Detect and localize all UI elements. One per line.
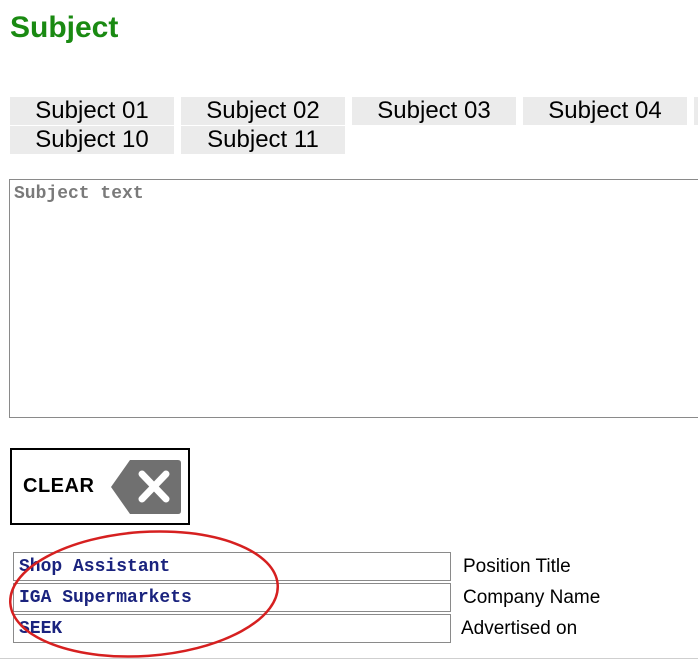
subject-tab-row-2: Subject 10 Subject 11: [10, 126, 698, 154]
subject-tabs: Subject 01 Subject 02 Subject 03 Subject…: [10, 97, 698, 155]
company-name-row: Company Name: [13, 583, 633, 612]
tab-subject-10[interactable]: Subject 10: [10, 126, 174, 154]
company-name-label: Company Name: [463, 587, 601, 608]
tab-subject-01[interactable]: Subject 01: [10, 97, 174, 125]
tab-subject-02[interactable]: Subject 02: [181, 97, 345, 125]
clear-button-label: CLEAR: [23, 475, 95, 497]
tab-subject-04[interactable]: Subject 04: [523, 97, 687, 125]
subject-text-area[interactable]: [9, 179, 698, 418]
position-title-row: Position Title: [13, 552, 633, 581]
page-title: Subject: [10, 11, 119, 44]
clear-button[interactable]: CLEAR: [10, 448, 190, 525]
position-title-label: Position Title: [463, 556, 571, 577]
backspace-icon: [111, 460, 181, 514]
advertised-on-input[interactable]: [13, 614, 451, 643]
position-title-input[interactable]: [13, 552, 451, 581]
tab-subject-03[interactable]: Subject 03: [352, 97, 516, 125]
tab-subject-more[interactable]: [694, 97, 698, 125]
subject-tab-row-1: Subject 01 Subject 02 Subject 03 Subject…: [10, 97, 698, 125]
advertised-on-row: Advertised on: [13, 614, 633, 643]
bottom-divider: [0, 658, 698, 659]
advertised-on-label: Advertised on: [461, 618, 578, 639]
company-name-input[interactable]: [13, 583, 451, 612]
tab-subject-11[interactable]: Subject 11: [181, 126, 345, 154]
